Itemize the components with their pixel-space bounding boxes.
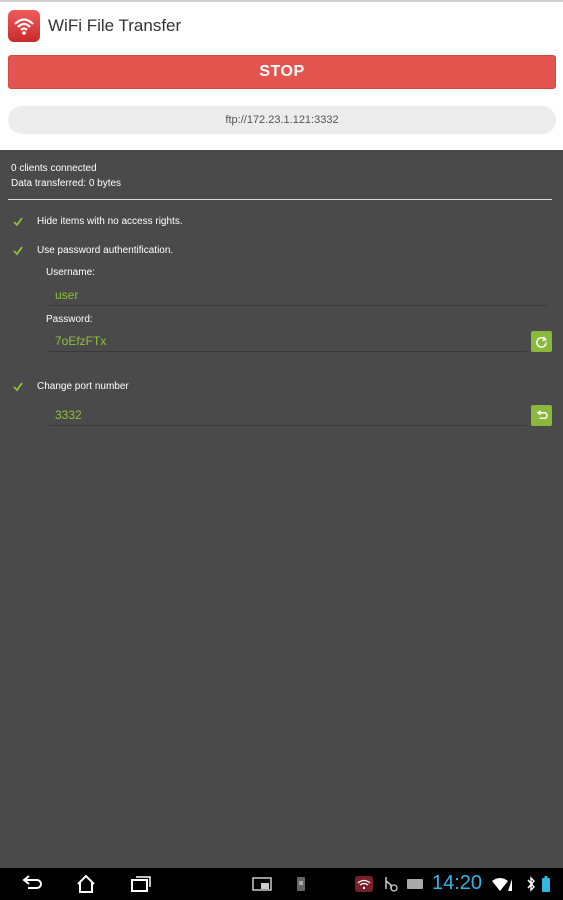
password-auth-label: Use password authentification. (37, 245, 174, 256)
change-port-label: Change port number (37, 381, 129, 392)
username-label: Username: (46, 267, 95, 278)
screenshot-icon[interactable] (250, 874, 274, 894)
hide-items-checkbox[interactable] (13, 217, 23, 227)
password-auth-checkbox[interactable] (13, 246, 23, 256)
server-url[interactable]: ftp://172.23.1.121:3332 (8, 106, 556, 134)
status-panel: 0 clients connected Data transferred: 0 … (11, 161, 121, 191)
username-field[interactable]: user (49, 284, 547, 306)
refresh-icon[interactable] (531, 331, 552, 352)
password-label: Password: (46, 314, 93, 325)
change-port-checkbox[interactable] (13, 382, 23, 392)
home-icon[interactable] (74, 874, 98, 894)
wifi-icon (8, 10, 40, 42)
app-title: WiFi File Transfer (48, 16, 182, 35)
port-field[interactable]: 3332 (49, 404, 527, 426)
password-field[interactable]: 7oEfzFTx (49, 330, 527, 352)
stop-button[interactable]: STOP (8, 55, 556, 89)
battery-icon (541, 874, 551, 894)
data-transferred-text: Data transferred: 0 bytes (11, 178, 122, 189)
back-icon[interactable] (18, 874, 44, 894)
system-navigation-bar: 14:20 (0, 868, 563, 900)
action-bar: WiFi File Transfer STOP ftp://172.23.1.1… (0, 0, 563, 150)
clients-connected-text: 0 clients connected (11, 163, 97, 174)
device-icon[interactable] (294, 874, 308, 894)
divider (8, 199, 552, 200)
bluetooth-icon (525, 874, 537, 894)
undo-icon[interactable] (531, 405, 552, 426)
recent-apps-icon[interactable] (128, 874, 154, 894)
keyboard-icon (405, 874, 425, 894)
signal-icon (491, 874, 513, 894)
usb-icon (380, 874, 400, 894)
clock: 14:20 (432, 872, 483, 894)
hide-items-label: Hide items with no access rights. (37, 216, 183, 227)
notification-icon[interactable] (353, 874, 375, 894)
